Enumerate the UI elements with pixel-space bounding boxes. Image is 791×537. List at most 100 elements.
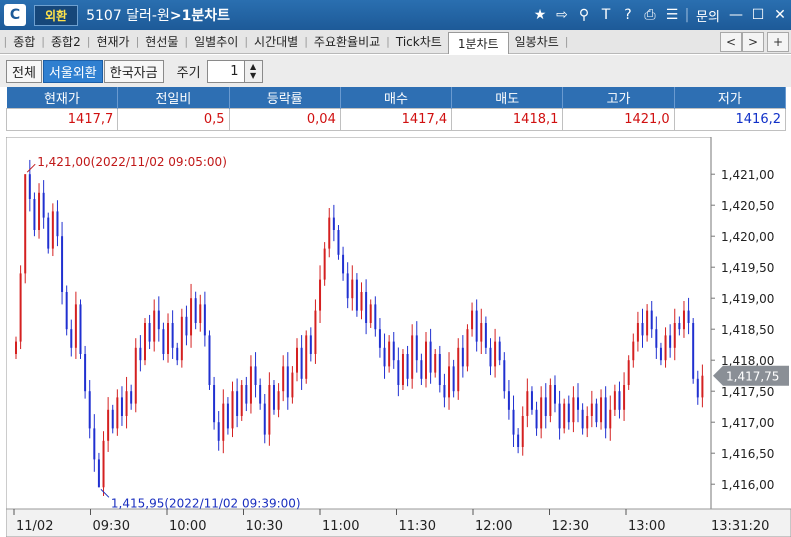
tab-current-price[interactable]: 현재가 [90,30,135,53]
tab-prev-button[interactable]: < [720,32,742,52]
candle-body [61,236,64,292]
candle-body [190,298,193,336]
candle-body [369,304,372,323]
candle-body [342,254,345,274]
candle-body [203,304,206,336]
candle-body [581,409,584,429]
price-chart[interactable]: 1,416,001,416,501,417,001,417,501,418,00… [5,136,791,537]
link-out-icon[interactable]: ⇨ [551,7,573,23]
candle-body [650,310,653,330]
minimize-icon[interactable]: — [725,7,747,23]
candle-body [401,354,404,385]
x-tick-label: 09:30 [93,519,130,534]
x-tick-label: 11/02 [16,519,53,534]
value-current-price: 1417,7 [5,107,119,131]
text-size-icon[interactable]: T [595,7,617,23]
candle-body [438,354,441,385]
candle-body [682,310,685,330]
candle-body [669,335,672,348]
candle-body [355,279,358,311]
tab-next-button[interactable]: > [742,32,764,52]
filter-seoul-fx-button[interactable]: 서울외환 [42,59,103,83]
print-icon[interactable]: ⎙ [639,7,661,23]
candle-body [512,409,515,435]
filter-all-button[interactable]: 전체 [6,59,42,83]
candle-body [553,385,556,404]
stepper-arrows-icon[interactable]: ▲ ▼ [243,60,262,82]
candle-body [167,323,170,354]
tab-by-time[interactable]: 시간대별 [248,30,304,53]
close-icon[interactable]: ✕ [769,7,791,23]
candle-body [208,335,211,385]
tab-spot-futures[interactable]: 현선물 [139,30,184,53]
candle-body [448,366,451,398]
title-arrow: > [169,8,182,24]
value-low: 1416,2 [673,107,787,131]
candle-body [180,316,183,361]
tab-navigation: < > + [720,32,789,52]
tab-separator: | [564,35,569,48]
chart-toolbar: 전체 서울외환 한국자금 주기 1 ▲ ▼ [0,55,791,87]
tools-icon[interactable]: ⚲ [573,7,595,23]
value-ask: 1418,1 [451,107,564,131]
candle-body [15,341,17,354]
candle-body [263,403,266,435]
candle-body [632,341,635,361]
candle-body [102,440,105,488]
candle-body [346,273,349,299]
maximize-icon[interactable]: ☐ [747,7,769,23]
candle-body [411,335,414,379]
tab-daily-trend[interactable]: 일별추이 [188,30,244,53]
header-high: 고가 [562,87,675,108]
list-icon[interactable]: ☰ [661,7,683,23]
header-current-price: 현재가 [6,87,119,108]
favorite-star-icon[interactable]: ★ [529,7,551,23]
period-value[interactable]: 1 [208,61,244,82]
candle-body [51,211,54,249]
candle-body [623,385,626,410]
candle-body [434,354,437,373]
tab-summary[interactable]: 종합 [7,30,41,53]
y-tick-label: 1,416,00 [721,478,774,492]
header-change: 전일비 [117,87,230,108]
help-icon[interactable]: ? [617,7,639,23]
candle-body [461,347,464,367]
app-logo-icon: C [4,4,26,26]
tab-rate-compare[interactable]: 주요환율비교 [308,30,386,53]
candle-body [309,335,312,354]
candle-body [236,391,239,416]
candle-body [305,335,308,379]
candle-body [111,409,114,429]
candle-body [600,397,603,423]
candle-body [415,335,418,361]
header-ask: 매도 [451,87,564,108]
candle-body [484,323,487,348]
tab-tick-chart[interactable]: Tick차트 [390,30,448,53]
chart-area[interactable]: 1,416,00 1,416,50 1,417,00 1,417,50 1,418,00… [5,136,791,537]
candle-body [494,341,497,367]
candle-body [659,347,662,361]
candle-body [517,434,520,447]
candle-body [572,397,575,423]
candle-body [162,329,165,354]
filter-korea-money-button[interactable]: 한국자금 [103,59,164,83]
value-bid: 1417,4 [339,107,453,131]
candle-body [97,459,100,488]
quote-value-row: 1417,7 0,5 0,04 1417,4 1418,1 1421,0 141… [5,107,787,131]
tab-daily-chart[interactable]: 일봉차트 [509,30,565,53]
period-stepper[interactable]: 1 ▲ ▼ [206,59,263,83]
candle-body [420,360,423,379]
y-tick-label: 1,419,00 [721,292,774,306]
market-badge[interactable]: 외환 [34,4,79,26]
x-axis: 11/02 09:30 10:00 10:30 11:00 11:30 12:00 12:30… [5,508,791,537]
candle-body [374,304,377,330]
candle-body [171,323,174,348]
tab-1min-chart[interactable]: 1분차트 [447,31,509,54]
tab-summary2[interactable]: 종합2 [45,30,87,53]
candle-body [84,354,87,392]
value-high: 1421,0 [562,107,675,131]
candle-body [286,366,289,398]
tab-add-button[interactable]: + [767,32,789,52]
inquiry-button[interactable]: 문의 [691,6,725,25]
candle-body [475,310,478,342]
